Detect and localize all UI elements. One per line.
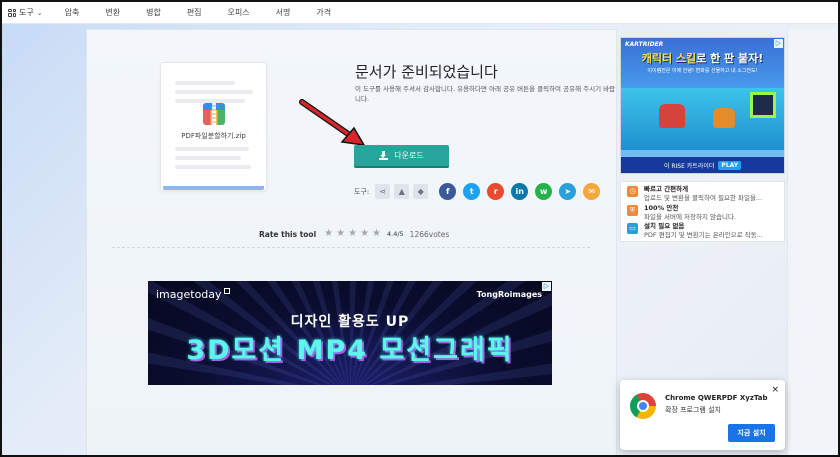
feature-title: 설치 필요 없음 [644,222,685,230]
side-ad-logo: KARTRIDER [625,41,664,48]
popup-title: Chrome QWERPDF XyzTab [665,394,768,402]
preview-progress-bar [163,186,264,190]
telegram-icon[interactable]: ➤ [559,183,577,200]
close-icon[interactable]: × [771,385,779,395]
side-ad-cta: 이 RISE 카트라이더 PLAY [621,157,784,173]
ad-choices-icon[interactable]: ▷ [542,282,551,291]
share-row: 도구: ⋖ ▲ ◆ f t r in w ➤ ✉ [354,183,601,200]
page-subtitle: 이 도구를 사용해 주셔서 감사합니다. 유용하다면 아래 공유 버튼을 클릭하… [355,85,616,103]
chevron-down-icon: ⌄ [36,8,43,17]
main-panel: PDF파일분할하기.zip 문서가 준비되었습니다 이 도구를 사용해 주셔서 … [86,29,617,457]
banner-main-text: 3D모션 MP4 모션그래픽 [186,335,514,366]
feature-desc: 업로드 및 변환을 클릭하여 필요한 파일을... [644,194,763,202]
star-icon[interactable]: ★ [372,229,381,239]
feature-desc: 파일을 서버에 저장하지 않습니다. [644,213,736,221]
page-title: 문서가 준비되었습니다 [355,63,498,81]
side-ad-title: 캐릭터 스킬로 한 판 붙자! [641,52,764,65]
share-link-icon[interactable]: ⋖ [375,184,391,199]
rating-label: Rate this tool [259,229,317,239]
banner-brand-left: imagetoday [156,288,230,301]
star-icon[interactable]: ★ [336,229,345,239]
nav-item-convert[interactable]: 변환 [105,7,120,18]
nav-item-merge[interactable]: 병합 [146,7,161,18]
popup-subtitle: 확장 프로그램 설치 [665,406,721,414]
rating-stars: ★ ★ ★ ★ ★ [324,229,381,239]
nav-item-pricing[interactable]: 가격 [316,7,331,18]
clock-icon: ◷ [627,186,638,197]
reddit-icon[interactable]: r [487,183,505,200]
download-button[interactable]: 다운로드 [354,145,449,166]
download-button-label: 다운로드 [394,151,424,160]
social-share-buttons: f t r in w ➤ ✉ [432,183,601,200]
features-box: ◷ 빠르고 간편하게 업로드 및 변환을 클릭하여 필요한 파일을... ⛨ 1… [620,181,785,242]
nav-item-compress[interactable]: 압축 [65,7,80,18]
install-button[interactable]: 지금 설치 [728,424,775,442]
side-ad-subtitle: 이이템전은 이제 안녕! 변화를 선물하고 내 소그전도! [647,68,758,74]
download-icon [379,151,389,160]
section-divider [112,247,590,248]
grid-icon [8,8,16,17]
share-label: 도구: [354,187,370,196]
banner-brand-right: TongRoimages [476,290,542,299]
chrome-extension-popup: Chrome QWERPDF XyzTab 확장 프로그램 설치 × 지금 설치 [620,380,785,450]
banner-ad[interactable]: imagetoday TongRoimages 디자인 활용도 UP 3D모션 … [148,281,552,385]
nav-item-office[interactable]: 오피스 [228,7,250,18]
skill-sign [750,92,776,118]
feature-item: ⛨ 100% 안전 파일을 서버에 저장하지 않습니다. [627,204,736,222]
dropbox-icon[interactable]: ◆ [413,184,429,199]
star-icon[interactable]: ★ [360,229,369,239]
file-preview-card: PDF파일분할하기.zip [160,62,267,191]
twitter-icon[interactable]: t [463,183,481,200]
nav-item-sign[interactable]: 서명 [276,7,291,18]
nav-item-edit[interactable]: 편집 [187,7,202,18]
google-drive-icon[interactable]: ▲ [394,184,410,199]
shield-icon: ⛨ [627,205,638,216]
feature-title: 100% 안전 [644,204,679,212]
play-button[interactable]: PLAY [718,160,742,170]
tools-menu[interactable]: 도구 ⌄ [8,7,43,18]
star-icon[interactable]: ★ [324,229,333,239]
rating-votes: 1266votes [409,229,450,239]
rating-row: Rate this tool ★ ★ ★ ★ ★ 4.4/5 1266votes [259,229,449,239]
feature-item: ◷ 빠르고 간편하게 업로드 및 변환을 클릭하여 필요한 파일을... [627,185,762,203]
side-game-ad[interactable]: KARTRIDER 캐릭터 스킬로 한 판 붙자! 이이템전은 이제 안녕! 변… [620,37,785,174]
email-icon[interactable]: ✉ [583,183,601,200]
ad-choices-icon[interactable]: ▷ [774,39,783,48]
file-name: PDF파일분할하기.zip [181,132,246,140]
monitor-icon: ▭ [627,223,638,234]
feature-item: ▭ 설치 필요 없음 PDF 편집기 및 변환기는 온라인으로 작동... [627,222,763,240]
kart-character [713,108,735,128]
feature-desc: PDF 편집기 및 변환기는 온라인으로 작동... [644,231,763,239]
whatsapp-icon[interactable]: w [535,183,553,200]
linkedin-icon[interactable]: in [511,183,529,200]
right-gutter [787,29,838,457]
top-nav: 도구 ⌄ 압축 변환 병합 편집 오피스 서명 가격 [2,2,838,24]
rating-score: 4.4/5 [387,230,404,238]
zip-file-icon [203,103,225,125]
feature-title: 빠르고 간편하게 [644,185,689,193]
tools-menu-label: 도구 [19,8,34,17]
kart-character [659,104,685,128]
chrome-icon [630,393,656,419]
star-icon[interactable]: ★ [348,229,357,239]
facebook-icon[interactable]: f [439,183,457,200]
red-arrow-annotation [299,99,366,146]
